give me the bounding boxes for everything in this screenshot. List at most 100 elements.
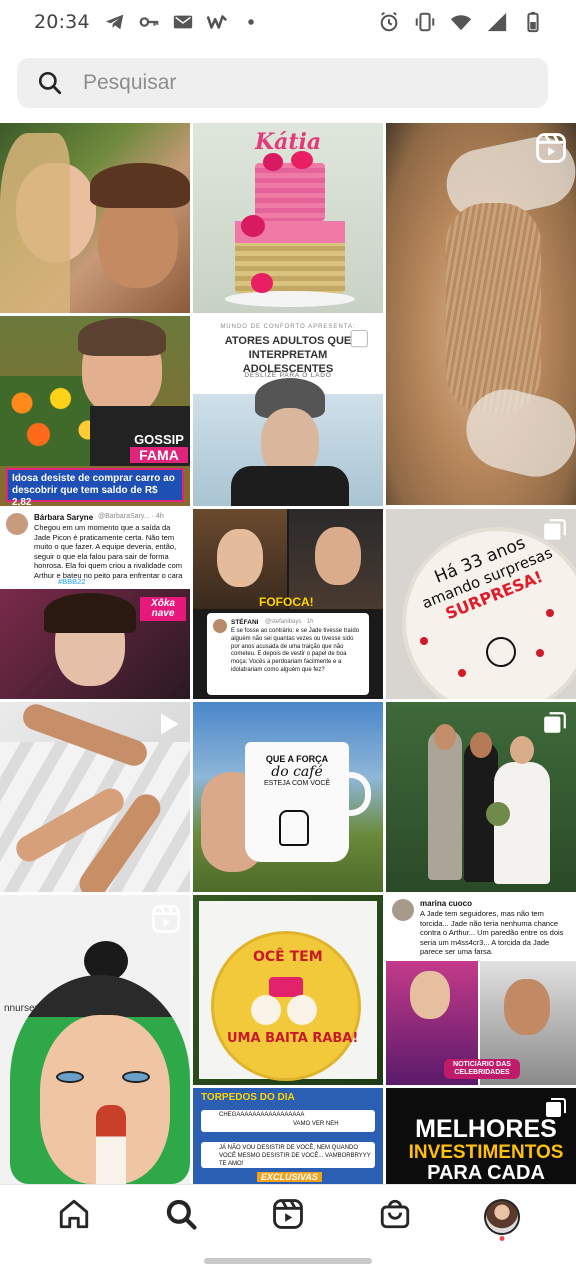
search-bar[interactable] <box>17 58 548 108</box>
person-face <box>217 529 263 587</box>
mug-text: QUE A FORÇA do café ESTEJA COM VOCÊ <box>263 754 331 787</box>
reels-badge-icon <box>534 131 568 165</box>
heart <box>458 669 466 677</box>
grid-tile-investimentos[interactable]: MELHORES INVESTIMENTOS PARA CADA <box>386 1088 576 1184</box>
home-icon <box>57 1197 91 1236</box>
nav-home-button[interactable] <box>44 1189 104 1245</box>
avatar <box>484 1198 521 1235</box>
reels-icon <box>271 1197 305 1236</box>
rose <box>241 215 265 237</box>
key-icon <box>138 11 160 33</box>
telegram-icon <box>104 11 126 33</box>
grid-tile-slime-reel[interactable] <box>386 123 576 505</box>
headline: MELHORES INVESTIMENTOS PARA CADA <box>408 1115 564 1184</box>
jacket <box>231 466 349 506</box>
hair <box>0 133 70 313</box>
play-icon <box>154 710 182 738</box>
grid-tile-couple-selfie[interactable] <box>0 123 190 313</box>
vpn-mail-icon <box>172 11 194 33</box>
tweet-text: Chegou em um momento que a saída da Jade… <box>34 523 183 580</box>
tweet-text: E se fosse ao contrário: e se Jade tives… <box>231 628 360 673</box>
news-badge: NOTICIÁRIO DAS CELEBRIDADES <box>444 1059 520 1079</box>
tweet-text: A Jade tem seguidores, mas não tem torci… <box>420 909 564 956</box>
cake-decoration <box>269 977 303 997</box>
grid-tile-feet-video[interactable] <box>0 702 190 892</box>
rose <box>263 153 283 171</box>
grid-tile-illustration-reel[interactable]: nnursema <box>0 895 190 1184</box>
tweet-handle: @stefanibays · 1h <box>265 619 314 625</box>
person-face <box>510 736 534 764</box>
bouquet <box>486 802 510 826</box>
vibrate-icon <box>414 11 436 33</box>
gossip-logo: GOSSIP FAMA <box>130 432 188 463</box>
shop-icon <box>378 1197 412 1236</box>
tweet-handle: @BarbaraSary... · 4h <box>98 513 164 520</box>
notification-dot <box>499 1235 505 1241</box>
search-input[interactable] <box>83 71 503 95</box>
person-face <box>315 527 361 585</box>
nav-shop-button[interactable] <box>365 1189 425 1245</box>
heart <box>546 609 554 617</box>
message-text: JÁ NÃO VOU DESISTIR DE VOCÊ, NEM QUANDO … <box>219 1145 371 1167</box>
person-groom <box>428 730 462 880</box>
alarm-icon <box>378 11 400 33</box>
tweet-author: Bárbara Saryne <box>34 513 94 522</box>
news-caption: Idosa desiste de comprar carro ao descob… <box>6 468 184 506</box>
nav-reels-button[interactable] <box>258 1189 318 1245</box>
grid-tile-atores-adultos[interactable]: MUNDO DE CONFORTO APRESENTA: ATORES ADUL… <box>193 316 383 506</box>
heart <box>420 637 428 645</box>
avatar <box>213 619 227 633</box>
w-app-icon <box>206 11 228 33</box>
grid-tile-barbara-tweet[interactable]: Bárbara Saryne @BarbaraSary... · 4h Cheg… <box>0 509 190 699</box>
cake-topper: Kátia <box>255 129 322 155</box>
search-icon <box>164 1197 198 1236</box>
avatar <box>6 513 28 535</box>
person-face <box>410 971 450 1019</box>
fofoca-label: FOFOCA! <box>259 595 314 609</box>
cake-board <box>225 291 355 307</box>
reels-badge-icon <box>150 903 182 935</box>
avatar <box>392 899 414 921</box>
tweet-author: marina cuoco <box>420 899 473 908</box>
grid-tile-cafe-mug[interactable]: QUE A FORÇA do café ESTEJA COM VOCÊ <box>193 702 383 892</box>
home-indicator[interactable] <box>204 1258 372 1264</box>
grid-tile-torpedos[interactable]: TORPEDOS DO DIA CHEGAAAAAAAAAAAAAAAAA VA… <box>193 1088 383 1184</box>
grid-tile-raba-cake[interactable]: OCÊ TEM UMA BAITA RABA! <box>193 895 383 1085</box>
hair <box>78 318 166 356</box>
grid-tile-fofoca-tweet[interactable]: FOFOCA! STÉFANI @stefanibays · 1h E se f… <box>193 509 383 699</box>
dot-icon <box>240 11 262 33</box>
status-bar: 20:34 <box>0 0 576 44</box>
grid-tile-marina-tweet[interactable]: marina cuoco A Jade tem seguidores, mas … <box>386 895 576 1085</box>
cat-doodle <box>279 810 309 846</box>
tweet-author: STÉFANI <box>231 619 259 626</box>
rose <box>291 151 313 169</box>
nav-search-button[interactable] <box>151 1189 211 1245</box>
doodle <box>486 637 516 667</box>
cake-line1: OCÊ TEM <box>253 949 323 965</box>
heart <box>536 649 544 657</box>
show-badge: Xôka nave <box>140 597 186 621</box>
grid-tile-gossip-fama[interactable]: GOSSIP FAMA Idosa desiste de comprar car… <box>0 316 190 506</box>
grid-tile-surprise-cake[interactable]: Há 33 anos amando surpresas SURPRESA! <box>386 509 576 699</box>
message-text: CHEGAAAAAAAAAAAAAAAAA <box>219 1112 305 1118</box>
hair <box>44 593 136 633</box>
carousel-badge-icon <box>544 1096 568 1120</box>
lipstick <box>96 1105 126 1184</box>
tweet-hashtag: #BBB22 <box>58 577 86 586</box>
grid-tile-katia-cake[interactable]: Kátia <box>193 123 383 313</box>
person-face <box>470 732 492 758</box>
mug-handle <box>345 772 371 816</box>
torpedos-title: TORPEDOS DO DIA <box>201 1092 295 1103</box>
person-face <box>504 979 550 1035</box>
cake-decoration <box>251 995 281 1025</box>
nav-profile-button[interactable] <box>472 1189 532 1245</box>
battery-icon <box>522 11 544 33</box>
signal-icon <box>486 11 508 33</box>
bottom-navigation <box>0 1184 576 1248</box>
exclusivas-badge: EXCLUSIVAS <box>257 1172 322 1182</box>
message-text: VAMO VER NEH <box>293 1121 339 1127</box>
cake-line2: UMA BAITA RABA! <box>227 1031 359 1046</box>
person-face <box>434 724 456 750</box>
grid-tile-wedding[interactable] <box>386 702 576 892</box>
eye <box>56 1071 84 1083</box>
